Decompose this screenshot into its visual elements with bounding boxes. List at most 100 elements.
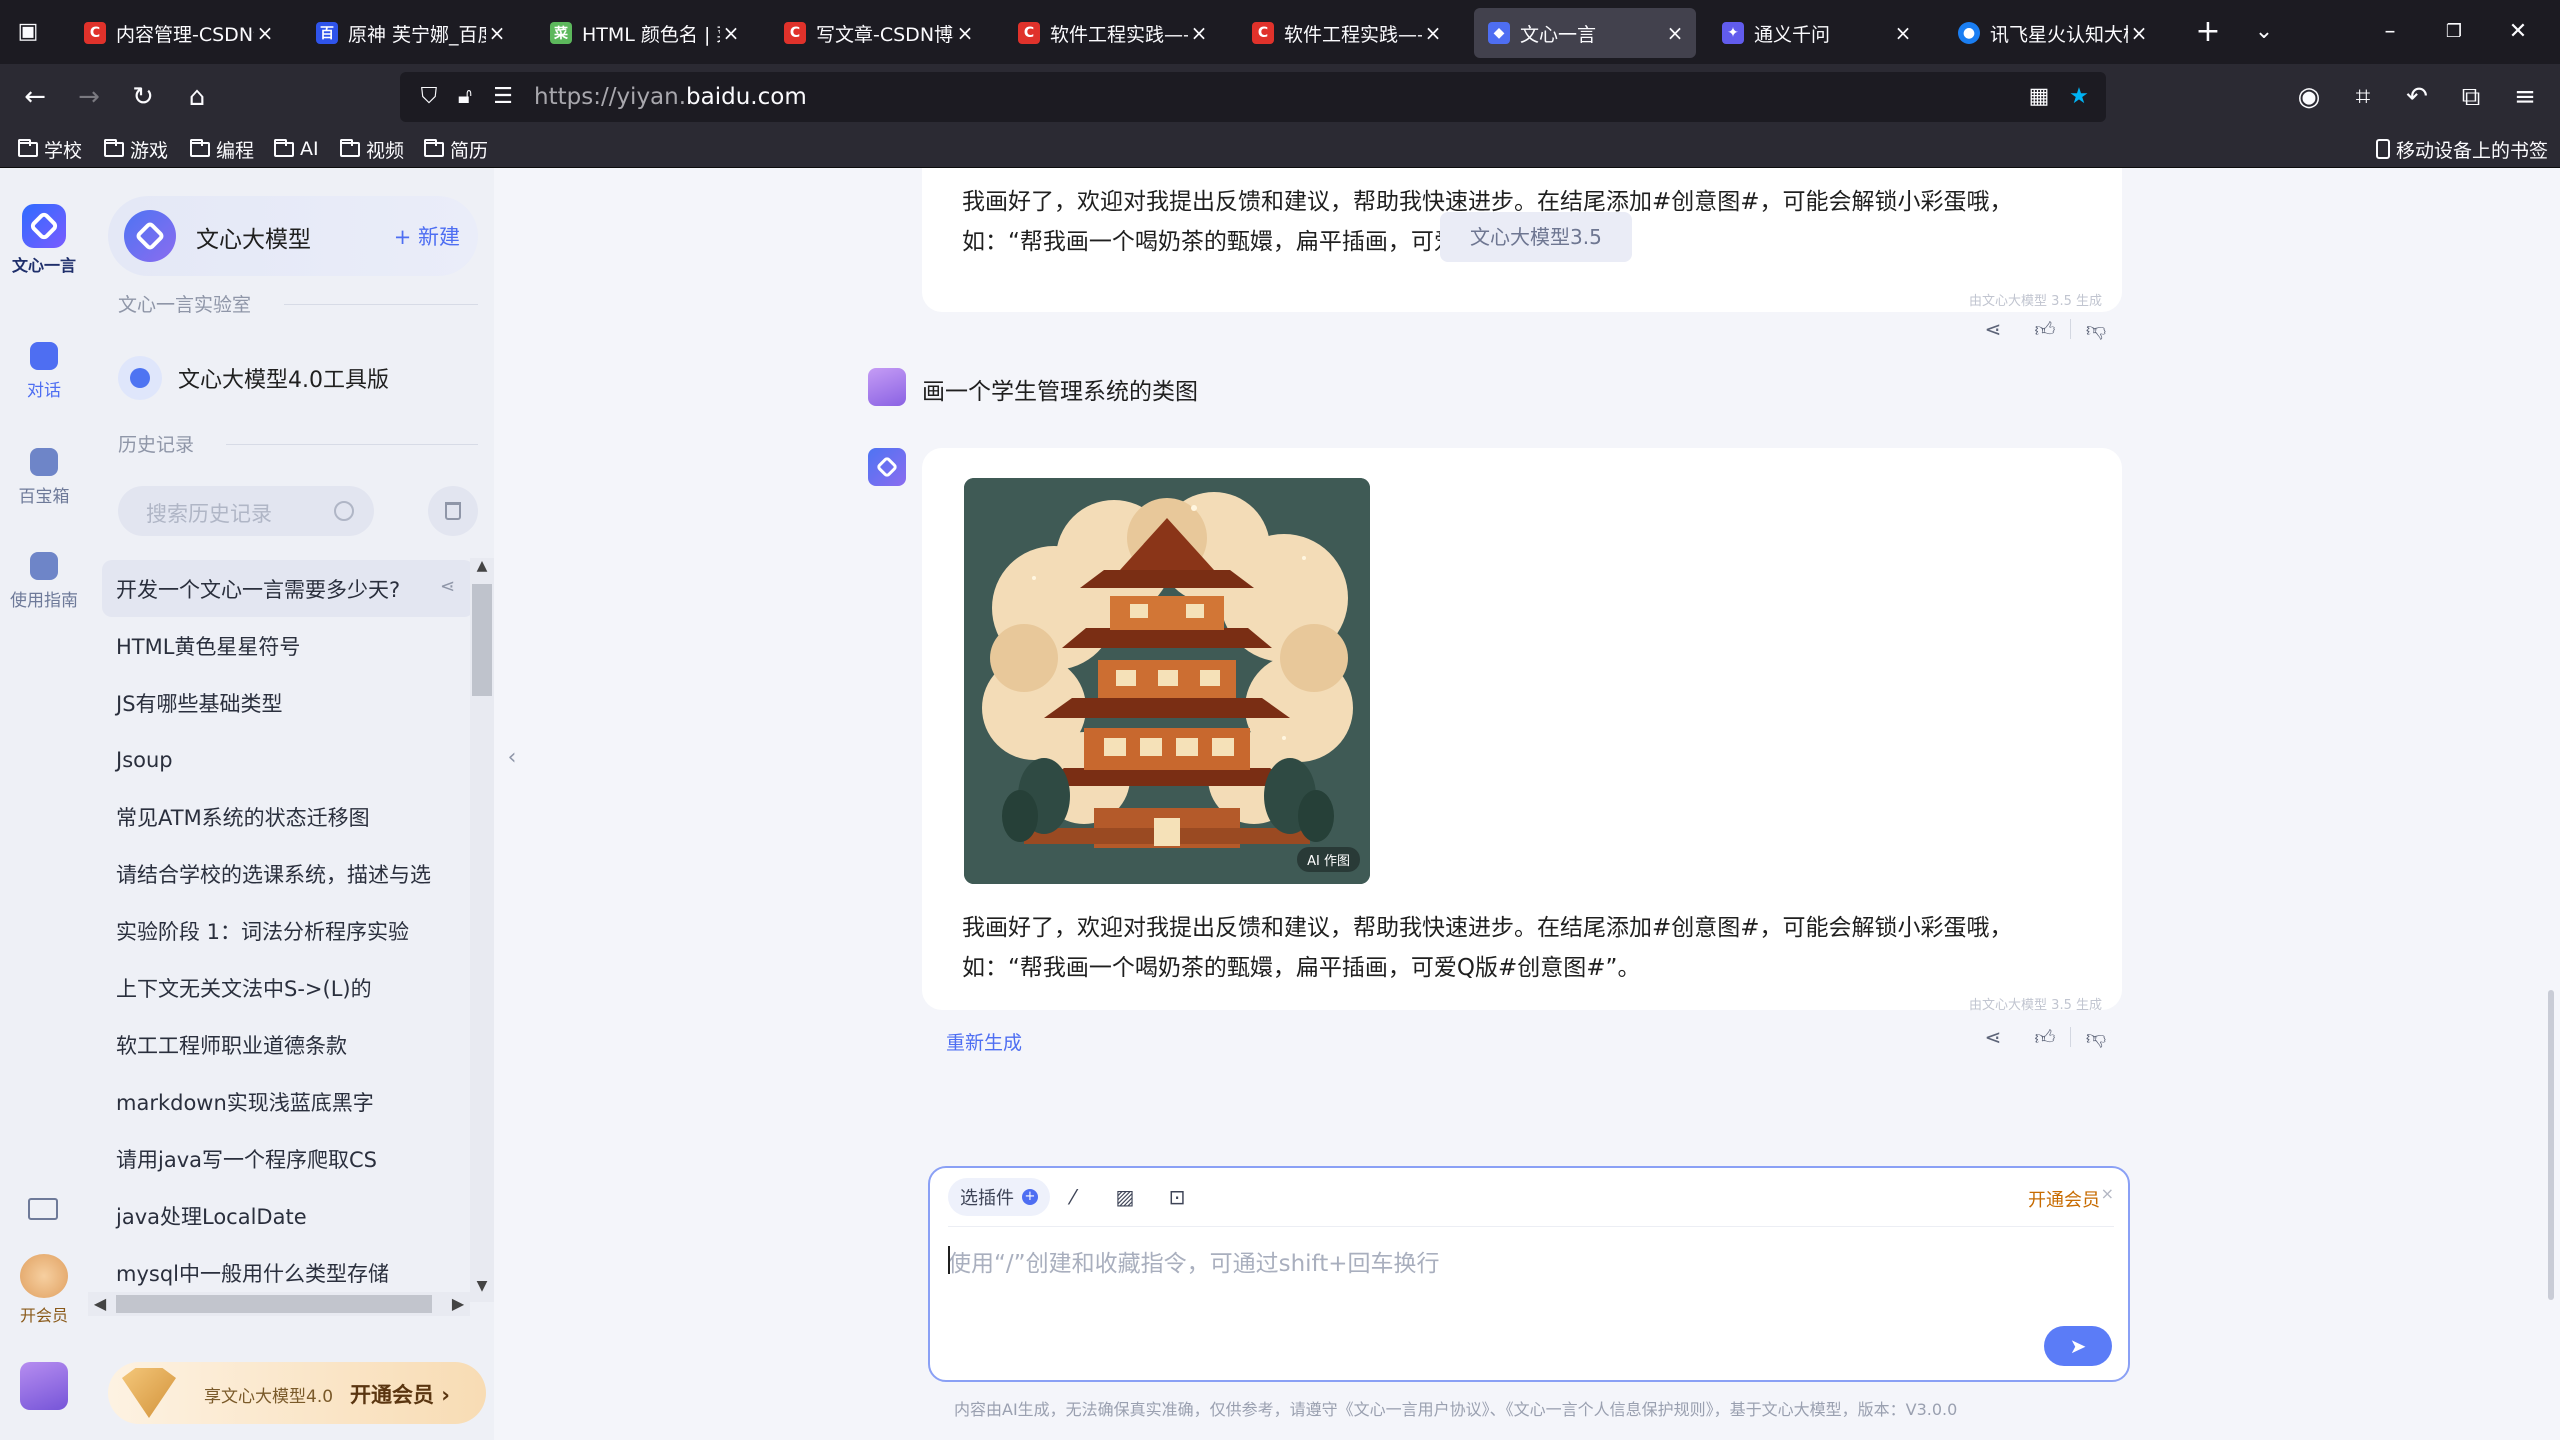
history-search-input[interactable]: 搜索历史记录	[118, 486, 374, 536]
scroll-up-arrow-icon[interactable]: ▲	[470, 558, 494, 574]
image-upload-icon[interactable]: ▨	[1110, 1182, 1140, 1212]
tool-item-4-0[interactable]: 文心大模型4.0工具版	[118, 350, 458, 406]
menu-hamburger-icon[interactable]: ≡	[2506, 78, 2544, 116]
regenerate-button[interactable]: 重新生成	[946, 1028, 1022, 1055]
sidebar-horizontal-scrollbar[interactable]: ◀ ▶	[88, 1292, 470, 1316]
sidebar-scrollbar[interactable]: ▲ ▼	[470, 558, 494, 1302]
minimize-icon[interactable]: –	[2372, 14, 2408, 50]
extensions-icon[interactable]: ⧉	[2452, 78, 2490, 116]
history-item[interactable]: 实验阶段 1：词法分析程序实验	[102, 902, 474, 959]
browser-tab[interactable]: 百 原神 芙宁娜_百度 ×	[302, 8, 518, 58]
rail-vip-label[interactable]: 开会员	[0, 1302, 88, 1326]
history-item[interactable]: 请结合学校的选课系统，描述与选	[102, 845, 474, 902]
scroll-right-arrow-icon[interactable]: ▶	[446, 1292, 470, 1316]
forward-arrow-icon[interactable]: →	[70, 78, 108, 116]
url-text[interactable]: https://yiyan.baidu.com	[534, 84, 807, 110]
scrollbar-thumb[interactable]	[472, 584, 492, 696]
mobile-bookmarks[interactable]: 移动设备上的书签	[2376, 135, 2548, 163]
home-icon[interactable]: ⌂	[178, 78, 216, 116]
tab-close-icon[interactable]: ×	[486, 21, 508, 45]
vip-banner-cta[interactable]: 开通会员 ›	[350, 1379, 450, 1409]
share-icon[interactable]: ⋖	[1980, 1024, 2006, 1050]
browser-tab-active[interactable]: ◆ 文心一言 ×	[1474, 8, 1696, 58]
send-button[interactable]: ➤	[2044, 1326, 2112, 1366]
qr-code-icon[interactable]: ▦	[2024, 82, 2054, 112]
bookmark-star-icon[interactable]: ★	[2064, 82, 2094, 112]
permissions-icon[interactable]: ☰	[488, 82, 518, 112]
thumbs-down-icon[interactable]: 👎︎	[2083, 1024, 2109, 1050]
tab-close-icon[interactable]: ×	[2128, 21, 2150, 45]
scroll-left-arrow-icon[interactable]: ◀	[88, 1292, 112, 1316]
new-chat-button[interactable]: + 新建	[394, 221, 460, 251]
rail-item-chat[interactable]: 对话	[0, 342, 88, 401]
collapse-sidebar-chevron-icon[interactable]: ‹	[502, 738, 522, 778]
clear-history-button[interactable]	[428, 486, 478, 536]
browser-tab[interactable]: ✦ 通义千问 ×	[1708, 8, 1924, 58]
model-selector[interactable]: 文心大模型 + 新建	[108, 196, 478, 276]
history-item[interactable]: 上下文无关文法中S->(L)的	[102, 959, 474, 1016]
bookmark-folder[interactable]: 学校	[18, 135, 82, 163]
instruction-slash-icon[interactable]: ⁄	[1058, 1182, 1088, 1212]
window-close-icon[interactable]: ✕	[2500, 14, 2536, 50]
yiyan-logo-icon[interactable]	[22, 204, 66, 248]
restore-icon[interactable]: ❐	[2436, 14, 2472, 50]
vip-banner[interactable]: 享文心大模型4.0 开通会员 ›	[108, 1362, 486, 1424]
bookmark-folder[interactable]: 游戏	[104, 135, 168, 163]
mail-icon[interactable]	[28, 1198, 58, 1220]
history-item[interactable]: 请用java写一个程序爬取CS	[102, 1130, 474, 1187]
tab-close-icon[interactable]: ×	[1892, 21, 1914, 45]
browser-tab[interactable]: C 写文章-CSDN博客 ×	[770, 8, 986, 58]
history-back-icon[interactable]: ↶	[2398, 78, 2436, 116]
history-item[interactable]: JS有哪些基础类型	[102, 674, 474, 731]
lock-icon[interactable]: 🔓︎	[450, 82, 480, 112]
tab-close-icon[interactable]: ×	[254, 21, 276, 45]
browser-tab[interactable]: ● 讯飞星火认知大模 ×	[1944, 8, 2160, 58]
browser-tab[interactable]: C 软件工程实践—— ×	[1004, 8, 1220, 58]
browser-tab[interactable]: C 内容管理-CSDN创 ×	[70, 8, 286, 58]
scrollbar-thumb[interactable]	[116, 1295, 432, 1313]
bookmark-folder[interactable]: 视频	[340, 135, 404, 163]
tab-close-icon[interactable]: ×	[720, 21, 742, 45]
chat-scrollbar-thumb[interactable]	[2548, 990, 2554, 1300]
history-item[interactable]: Jsoup	[102, 731, 474, 788]
open-membership-link[interactable]: 开通会员	[2028, 1186, 2100, 1212]
history-item[interactable]: HTML黄色星星符号	[102, 617, 474, 674]
file-upload-icon[interactable]: ⊡	[1162, 1182, 1192, 1212]
browser-tab[interactable]: 菜 HTML 颜色名 | 菜 ×	[536, 8, 752, 58]
tab-list-chevron-icon[interactable]: ⌄	[2246, 14, 2282, 50]
chat-input[interactable]: 使用“/”创建和收藏指令，可通过shift+回车换行	[948, 1244, 1440, 1278]
rail-item-guide[interactable]: 使用指南	[0, 552, 88, 611]
thumbs-down-icon[interactable]: 👎︎	[2083, 316, 2109, 342]
share-icon[interactable]: ⋖	[440, 578, 456, 596]
history-item[interactable]: 软工工程师职业道德条款	[102, 1016, 474, 1073]
screenshot-crop-icon[interactable]: ⌗	[2344, 78, 2382, 116]
tab-overview-icon[interactable]: ▣	[12, 16, 44, 48]
thumbs-up-icon[interactable]: 👍︎	[2032, 1024, 2058, 1050]
history-item[interactable]: markdown实现浅蓝底黑字	[102, 1073, 474, 1130]
history-item[interactable]: 常见ATM系统的状态迁移图	[102, 788, 474, 845]
tab-close-icon[interactable]: ×	[1422, 21, 1444, 45]
url-bar[interactable]: ⛉ 🔓︎ ☰ https://yiyan.baidu.com ▦ ★	[400, 72, 2106, 122]
bookmark-folder[interactable]: AI	[274, 135, 319, 163]
generated-image[interactable]: AI 作图	[964, 478, 1370, 884]
history-item[interactable]: java处理LocalDate	[102, 1187, 474, 1244]
browser-tab[interactable]: C 软件工程实践—— ×	[1238, 8, 1454, 58]
share-icon[interactable]: ⋖	[1980, 316, 2006, 342]
thumbs-up-icon[interactable]: 👍︎	[2032, 316, 2058, 342]
tab-close-icon[interactable]: ×	[1188, 21, 1210, 45]
user-avatar[interactable]	[20, 1362, 68, 1410]
history-item[interactable]: 开发一个文心一言需要多少天? ⋖	[102, 560, 474, 617]
back-arrow-icon[interactable]: ←	[16, 78, 54, 116]
bookmark-folder[interactable]: 简历	[424, 135, 488, 163]
select-plugin-button[interactable]: 选插件 +	[948, 1178, 1050, 1216]
bookmark-folder[interactable]: 编程	[190, 135, 254, 163]
close-icon[interactable]: ×	[2101, 1184, 2114, 1203]
rail-item-toolbox[interactable]: 百宝箱	[0, 448, 88, 507]
scroll-down-arrow-icon[interactable]: ▼	[470, 1278, 494, 1294]
tab-close-icon[interactable]: ×	[1664, 21, 1686, 45]
vip-diamond-icon[interactable]	[20, 1254, 68, 1298]
shield-icon[interactable]: ⛉	[414, 82, 444, 112]
tab-close-icon[interactable]: ×	[954, 21, 976, 45]
new-tab-plus-icon[interactable]: +	[2190, 14, 2226, 49]
reload-icon[interactable]: ↻	[124, 78, 162, 116]
